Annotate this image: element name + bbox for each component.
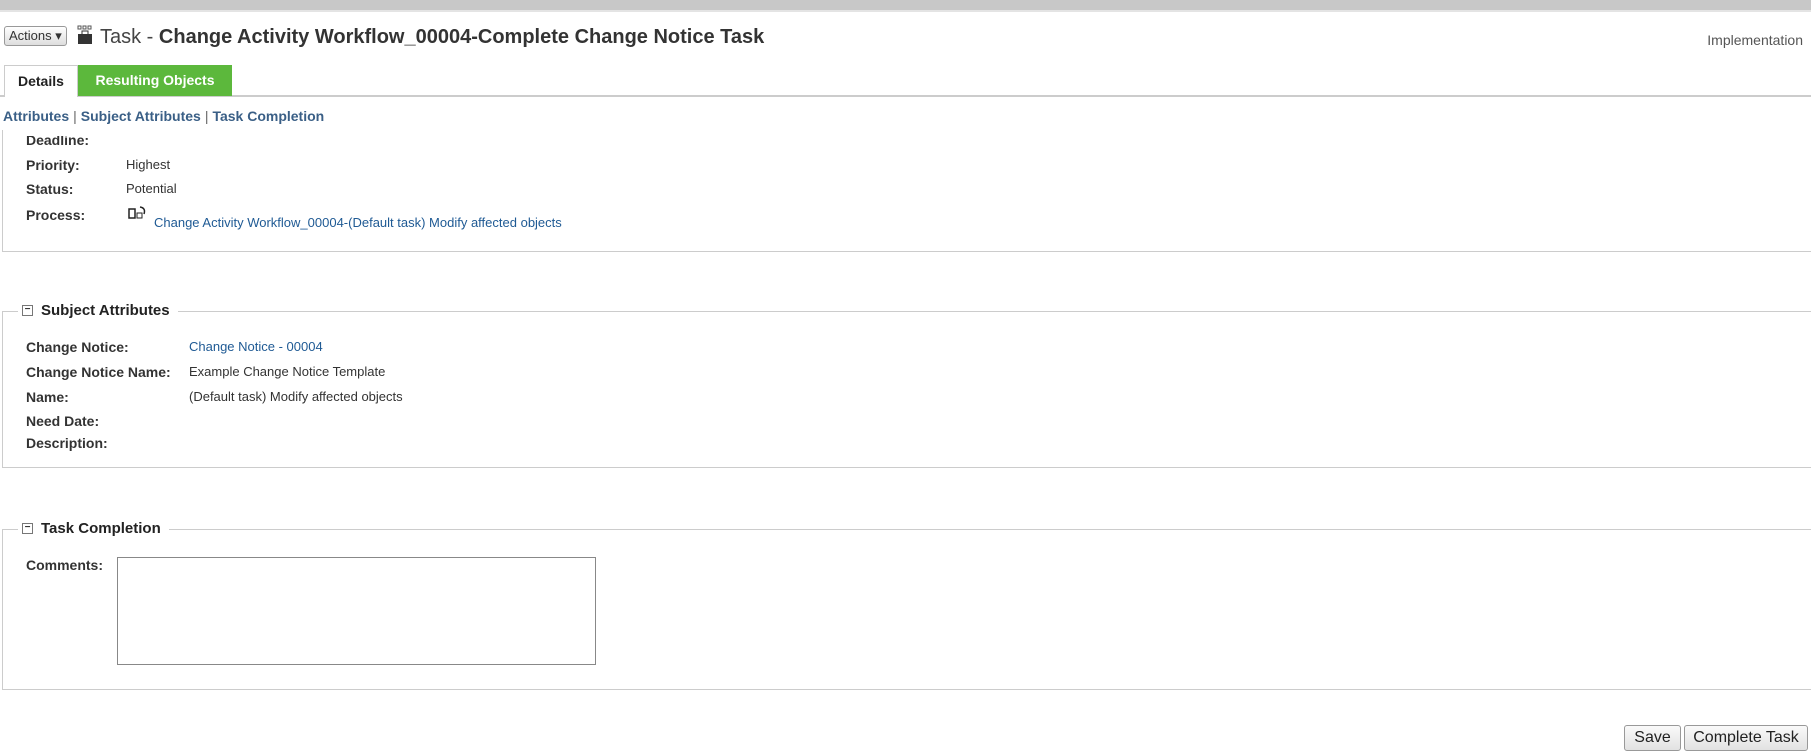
actions-menu-button[interactable]: Actions ▾ bbox=[4, 26, 67, 46]
attributes-section bbox=[2, 130, 1811, 252]
collapse-icon[interactable]: − bbox=[22, 523, 33, 534]
link-subject-attributes[interactable]: Subject Attributes bbox=[81, 108, 201, 124]
link-attributes[interactable]: Attributes bbox=[3, 108, 69, 124]
priority-value: Highest bbox=[126, 157, 171, 172]
tab-divider bbox=[0, 95, 1811, 97]
section-title: Task Completion bbox=[41, 520, 161, 537]
change-notice-label: Change Notice: bbox=[26, 339, 129, 355]
need-date-label: Need Date: bbox=[26, 413, 100, 429]
subject-attributes-legend: − Subject Attributes bbox=[18, 302, 178, 319]
status-value: Potential bbox=[126, 181, 177, 196]
tab-details[interactable]: Details bbox=[4, 65, 78, 97]
status-label: Status: bbox=[26, 181, 74, 197]
priority-label: Priority: bbox=[26, 157, 80, 173]
complete-task-button[interactable]: Complete Task bbox=[1684, 725, 1808, 751]
browser-top-bar bbox=[0, 0, 1811, 12]
change-notice-link[interactable]: Change Notice - 00004 bbox=[189, 339, 323, 354]
task-completion-legend: − Task Completion bbox=[18, 520, 169, 537]
process-label: Process: bbox=[26, 207, 86, 223]
section-links: Attributes | Subject Attributes | Task Compl… bbox=[3, 108, 325, 124]
section-title: Subject Attributes bbox=[41, 302, 170, 319]
task-icon bbox=[77, 25, 92, 44]
link-task-completion[interactable]: Task Completion bbox=[212, 108, 324, 124]
process-icon bbox=[128, 206, 146, 219]
description-label: Description: bbox=[26, 435, 108, 451]
actions-label: Actions bbox=[9, 28, 52, 43]
context-label: Implementation bbox=[1707, 32, 1803, 48]
process-link[interactable]: Change Activity Workflow_00004-(Default … bbox=[154, 215, 562, 230]
name-value: (Default task) Modify affected objects bbox=[189, 389, 403, 404]
name-label: Name: bbox=[26, 389, 69, 405]
comments-label: Comments: bbox=[26, 557, 104, 573]
page-title: Task - Change Activity Workflow_00004-Co… bbox=[100, 26, 765, 48]
tab-resulting-objects[interactable]: Resulting Objects bbox=[78, 65, 232, 96]
change-notice-name-label: Change Notice Name: bbox=[26, 364, 171, 380]
comments-input[interactable] bbox=[117, 557, 596, 665]
save-button[interactable]: Save bbox=[1624, 725, 1681, 751]
change-notice-name-value: Example Change Notice Template bbox=[189, 364, 386, 379]
collapse-icon[interactable]: − bbox=[22, 305, 33, 316]
